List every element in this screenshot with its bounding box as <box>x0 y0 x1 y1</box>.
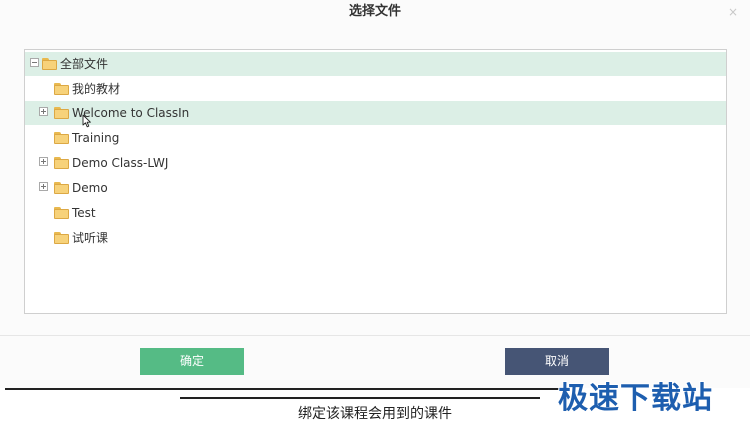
ok-button[interactable]: 确定 <box>140 348 244 375</box>
tree-item-demo[interactable]: Demo <box>25 176 726 200</box>
tree-item-label: Demo <box>72 181 108 195</box>
collapse-toggle-icon[interactable] <box>30 58 39 67</box>
tree-item-demo-class-lwj[interactable]: Demo Class-LWJ <box>25 151 726 175</box>
tree-item-label: Welcome to ClassIn <box>72 106 190 120</box>
folder-icon <box>54 157 69 169</box>
tree-item-all-files[interactable]: 全部文件 <box>25 52 726 76</box>
folder-icon <box>54 182 69 194</box>
folder-icon <box>54 207 69 219</box>
folder-icon <box>42 58 57 70</box>
tree-item-label: Test <box>72 206 96 220</box>
tree-item-label: Demo Class-LWJ <box>72 156 169 170</box>
caption-underline <box>180 397 540 399</box>
folder-icon <box>54 107 69 119</box>
tree-item-trial-lesson[interactable]: 试听课 <box>25 226 726 250</box>
select-file-dialog: 选择文件 × 全部文件 我的教材 Welcome to ClassIn Trai… <box>0 0 750 388</box>
folder-icon <box>54 83 69 95</box>
expand-toggle-icon[interactable] <box>39 107 48 116</box>
caption-divider <box>5 388 565 390</box>
dialog-title: 选择文件 <box>348 4 401 19</box>
dialog-divider <box>0 335 750 336</box>
tree-item-label: Training <box>72 131 120 145</box>
site-watermark: 极速下载站 <box>558 381 713 416</box>
folder-icon <box>54 232 69 244</box>
tree-item-label: 我的教材 <box>72 82 121 96</box>
tree-item-training[interactable]: Training <box>25 126 726 150</box>
expand-toggle-icon[interactable] <box>39 157 48 166</box>
tree-item-label: 全部文件 <box>60 57 109 71</box>
expand-toggle-icon[interactable] <box>39 182 48 191</box>
cancel-button[interactable]: 取消 <box>505 348 609 375</box>
figure-caption: 绑定该课程会用到的课件 <box>298 406 452 422</box>
tree-item-my-materials[interactable]: 我的教材 <box>25 77 726 101</box>
tree-item-welcome-to-classin[interactable]: Welcome to ClassIn <box>25 101 726 125</box>
file-tree: 全部文件 我的教材 Welcome to ClassIn Training De… <box>24 49 727 314</box>
tree-item-test[interactable]: Test <box>25 201 726 225</box>
tree-item-label: 试听课 <box>72 231 109 245</box>
folder-icon <box>54 132 69 144</box>
close-icon[interactable]: × <box>728 5 738 19</box>
